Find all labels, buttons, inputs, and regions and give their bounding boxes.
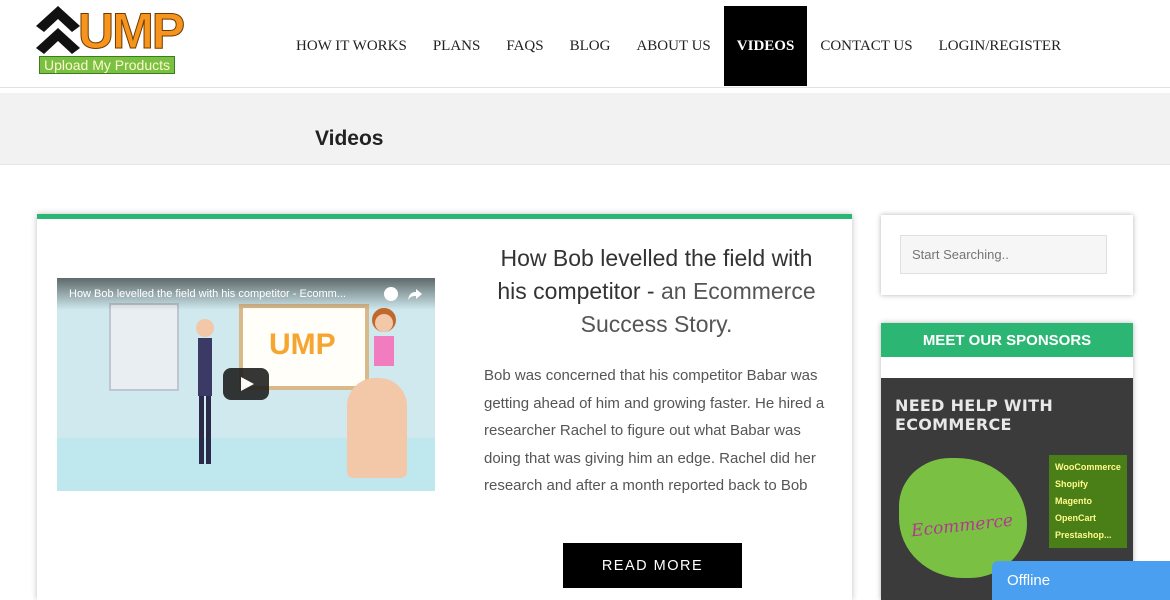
watch-later-icon[interactable] [384, 287, 398, 301]
nav-item-contact-us[interactable]: CONTACT US [807, 6, 925, 86]
whiteboard-text: UMP [269, 328, 336, 361]
share-icon[interactable] [408, 287, 422, 301]
nav-item-login-register[interactable]: LOGIN/REGISTER [926, 6, 1075, 86]
logo-text: UMP [77, 3, 185, 59]
page-title-band [0, 93, 1170, 165]
video-window-art [109, 303, 179, 391]
read-more-button[interactable]: READ MORE [563, 543, 742, 588]
post-title[interactable]: How Bob levelled the field with his comp… [484, 242, 829, 341]
ad-platform-item: Prestashop... [1055, 530, 1112, 540]
logo-tagline: Upload My Products [39, 56, 175, 74]
site-header: UMP Upload My Products HOW IT WORKS PLAN… [0, 0, 1170, 88]
ad-platform-item: Shopify [1055, 479, 1088, 489]
ad-platform-list: WooCommerce Shopify Magento OpenCart Pre… [1049, 455, 1127, 548]
nav-item-blog[interactable]: BLOG [557, 6, 624, 86]
sponsors-heading: MEET OUR SPONSORS [881, 323, 1133, 357]
nav-item-how-it-works[interactable]: HOW IT WORKS [283, 6, 420, 86]
nav-item-plans[interactable]: PLANS [420, 6, 494, 86]
ad-platform-item: OpenCart [1055, 513, 1097, 523]
site-logo[interactable]: UMP Upload My Products [36, 4, 186, 78]
search-input[interactable] [900, 235, 1107, 274]
double-chevron-up-icon [36, 6, 80, 54]
play-icon[interactable] [223, 368, 269, 400]
nav-item-faqs[interactable]: FAQS [493, 6, 556, 86]
post-card: UMP How Bob levelled the field with his … [37, 214, 852, 600]
ad-headline: NEED HELP WITH ECOMMERCE [895, 396, 1054, 434]
video-character-man [196, 319, 214, 464]
video-title[interactable]: How Bob levelled the field with his comp… [69, 288, 369, 300]
video-hand-art [347, 378, 407, 478]
video-player[interactable]: UMP How Bob levelled the field with his … [57, 278, 435, 491]
chat-widget-status[interactable]: Offline [992, 561, 1170, 600]
post-excerpt: Bob was concerned that his competitor Ba… [484, 367, 825, 495]
main-nav: HOW IT WORKS PLANS FAQS BLOG ABOUT US VI… [283, 6, 1074, 86]
nav-item-about-us[interactable]: ABOUT US [623, 6, 723, 86]
video-character-woman [372, 308, 396, 366]
nav-item-videos[interactable]: VIDEOS [723, 6, 808, 86]
ad-platform-item: WooCommerce [1055, 462, 1121, 472]
ad-platform-item: Magento [1055, 496, 1092, 506]
search-widget [881, 215, 1133, 295]
sponsors-widget: MEET OUR SPONSORS NEED HELP WITH ECOMMER… [881, 323, 1133, 600]
page-title: Videos [315, 127, 384, 150]
